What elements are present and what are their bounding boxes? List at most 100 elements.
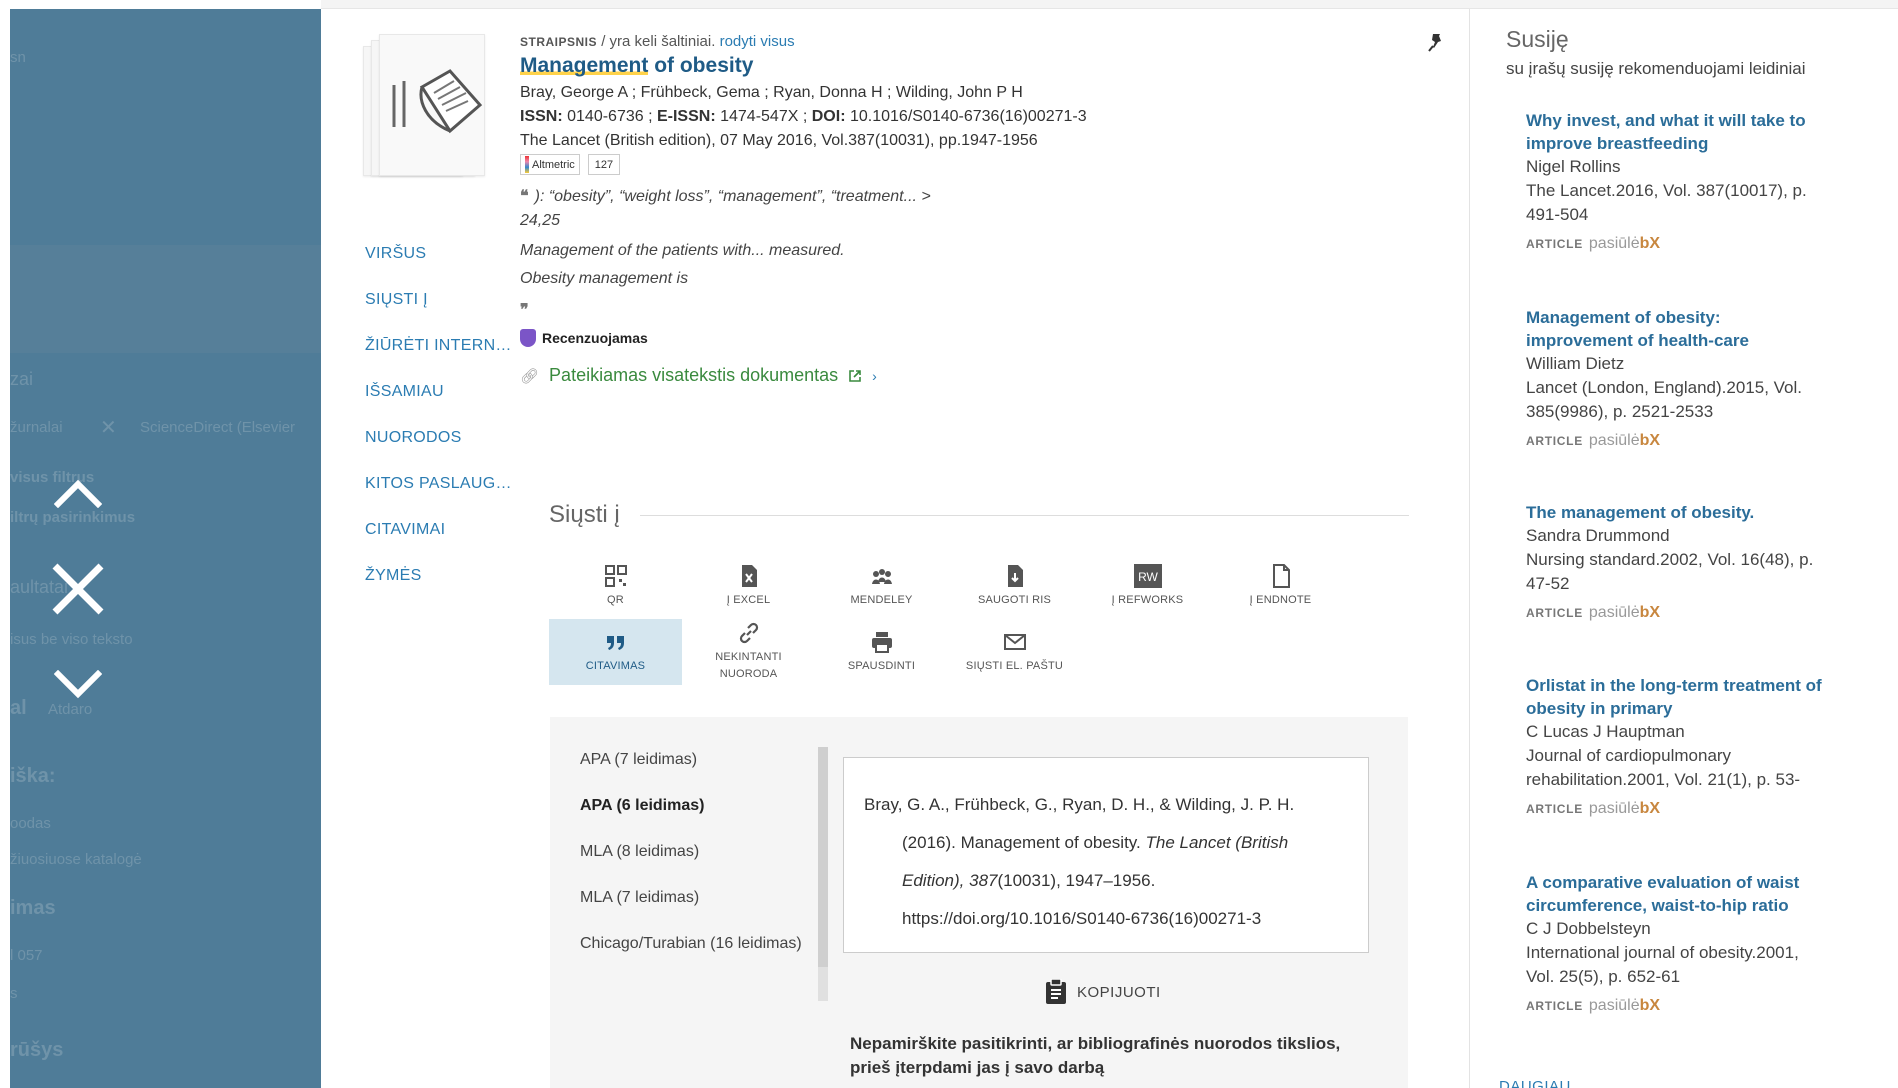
bx-logo-icon: bX — [1639, 432, 1661, 449]
related-item: Why invest, and what it will take to imp… — [1526, 109, 1826, 253]
article-type: ARTICLE — [1526, 999, 1583, 1013]
related-panel: Susiję su įrašų susiję rekomenduojami le… — [1506, 26, 1886, 79]
refworks-button[interactable]: RW Į REFWORKS — [1081, 553, 1214, 619]
article-icon — [392, 69, 483, 134]
print-icon — [871, 631, 892, 653]
style-list-scrollbar[interactable] — [818, 747, 828, 1001]
citation-warning: Nepamirškite pasitikrinti, ar bibliograf… — [850, 1034, 1341, 1077]
related-item-title[interactable]: Why invest, and what it will take to imp… — [1526, 109, 1826, 155]
related-item-title[interactable]: Management of obesity: improvement of he… — [1526, 306, 1826, 352]
record-title[interactable]: Management of obesity — [520, 54, 1420, 78]
chevron-down-icon — [54, 670, 102, 699]
previous-record-button[interactable] — [42, 457, 114, 529]
bx-recommender: pasiūlėbX — [1589, 604, 1660, 622]
next-record-button[interactable] — [42, 649, 114, 721]
ghost-text: iška: — [10, 765, 56, 787]
title-highlight: Management — [520, 54, 649, 77]
related-item-author: Sandra Drummond — [1526, 526, 1670, 545]
altmetric-label: Altmetric — [532, 158, 575, 171]
record-type: STRAIPSNIS — [520, 35, 598, 49]
citation-style-option[interactable]: APA (7 leidimas) — [580, 749, 810, 771]
nav-view-online[interactable]: ŽIŪRĖTI INTERNETE — [365, 326, 515, 372]
document-thumbnail — [357, 34, 485, 184]
citation-button[interactable]: CITAVIMAS — [549, 619, 682, 685]
nav-details[interactable]: IŠSAMIAU — [365, 372, 515, 418]
ghost-text: l 057 — [10, 947, 43, 964]
action-label: Į REFWORKS — [1111, 593, 1184, 606]
altmetric-badge[interactable]: Altmetric — [520, 154, 580, 175]
related-item-author: C Lucas J Hauptman — [1526, 722, 1685, 741]
nav-send-to[interactable]: SIŲSTI Į — [365, 280, 515, 326]
citation-panel: APA (7 leidimas) APA (6 leidimas) MLA (8… — [550, 717, 1408, 1088]
quote-icon — [606, 635, 624, 650]
nav-top[interactable]: VIRŠUS — [365, 234, 515, 280]
snippet-body: Obesity management is — [520, 270, 689, 287]
altmetric-count: 127 — [587, 154, 621, 175]
page-root: sn zai žurnalai ✕ ScienceDirect (Elsevie… — [0, 0, 1898, 1088]
external-link-icon — [849, 369, 861, 382]
print-button[interactable]: SPAUSDINTI — [815, 619, 948, 685]
record-authors: Bray, George A ; Frühbeck, Gema ; Ryan, … — [520, 84, 1023, 101]
ris-file-icon — [1007, 564, 1023, 587]
ghost-chip: žurnalai — [10, 419, 63, 436]
close-record-button[interactable] — [42, 553, 114, 625]
article-type: ARTICLE — [1526, 237, 1583, 251]
nav-links[interactable]: NUORODOS — [365, 418, 515, 464]
ghost-text: isus be viso teksto — [10, 631, 133, 648]
related-item-source: Journal of cardiopulmonary rehabilitatio… — [1526, 746, 1801, 789]
doi-value: 10.1016/S0140-6736(16)00271-3 — [849, 108, 1087, 125]
email-icon — [1003, 633, 1026, 650]
related-item-title[interactable]: Orlistat in the long-term treatment of o… — [1526, 674, 1826, 720]
peer-reviewed-badge: Recenzuojamas — [520, 329, 1420, 347]
provider-text: pasiūlė — [1588, 235, 1640, 252]
record-type-line: STRAIPSNIS / yra keli šaltiniai. rodyti … — [520, 33, 1420, 50]
mendeley-button[interactable]: MENDELEY — [815, 553, 948, 619]
bx-logo-icon: bX — [1639, 997, 1661, 1014]
divider — [639, 514, 1409, 516]
copy-citation-button[interactable]: KOPIJUOTI — [1045, 979, 1161, 1005]
issn-label: ISSN: — [520, 108, 563, 125]
related-item: A comparative evaluation of waist circum… — [1526, 871, 1826, 1015]
quote-icon: ❝ — [520, 188, 529, 205]
save-ris-button[interactable]: SAUGOTI RIS — [948, 553, 1081, 619]
related-item-title[interactable]: The management of obesity. — [1526, 501, 1826, 524]
more-related-link[interactable]: DAUGIAU — [1499, 1078, 1571, 1088]
endnote-button[interactable]: Į ENDNOTE — [1214, 553, 1347, 619]
send-to-actions: QR Į EXCEL MENDELEY SAUGOTI RIS RW Į REF… — [549, 553, 1409, 685]
related-item: Orlistat in the long-term treatment of o… — [1526, 674, 1826, 818]
citation-style-option-selected[interactable]: APA (6 leidimas) — [580, 795, 810, 817]
action-label: Į EXCEL — [726, 593, 771, 606]
ghost-text: zai — [10, 369, 34, 389]
title-rest: of obesity — [654, 54, 754, 77]
citation-style-option[interactable]: MLA (8 leidimas) — [580, 841, 810, 863]
citation-style-option[interactable]: MLA (7 leidimas) — [580, 887, 810, 909]
bx-recommender: pasiūlėbX — [1589, 997, 1660, 1015]
action-label: Į ENDNOTE — [1249, 593, 1312, 606]
provider-text: pasiūlė — [1588, 800, 1640, 817]
scrollbar-thumb[interactable] — [818, 747, 828, 967]
excel-button[interactable]: Į EXCEL — [682, 553, 815, 619]
show-all-sources-link[interactable]: rodyti visus — [720, 33, 795, 50]
related-item-author: Nigel Rollins — [1526, 157, 1621, 176]
nav-tags[interactable]: ŽYMĖS — [365, 556, 515, 602]
thumbnail-page — [379, 34, 485, 176]
citation-style-list: APA (7 leidimas) APA (6 leidimas) MLA (8… — [580, 749, 810, 979]
citation-text-box[interactable]: Bray, G. A., Frühbeck, G., Ryan, D. H., … — [843, 757, 1369, 953]
pin-icon[interactable] — [1427, 33, 1445, 53]
permalink-button[interactable]: NEKINTANTI NUORODA — [682, 619, 815, 685]
citation-style-option[interactable]: Chicago/Turabian (16 leidimas) — [580, 933, 810, 955]
bx-logo-icon: bX — [1639, 604, 1661, 621]
refworks-icon: RW — [1133, 563, 1162, 588]
peer-reviewed-icon — [520, 329, 536, 347]
article-type: ARTICLE — [1526, 606, 1583, 620]
fulltext-link[interactable]: 🔗︎ Pateikiamas visatekstis dokumentas › — [520, 365, 1420, 386]
ghost-text: al — [10, 697, 27, 719]
nav-citations[interactable]: CITAVIMAI — [365, 510, 515, 556]
nav-other-services[interactable]: KITOS PASLAUGOS — [365, 464, 515, 510]
ghost-text: imas — [10, 897, 56, 919]
link-icon: 🔗︎ — [520, 367, 540, 385]
provider-text: pasiūlė — [1588, 604, 1640, 621]
qr-button[interactable]: QR — [549, 553, 682, 619]
email-button[interactable]: SIŲSTI EL. PAŠTU — [948, 619, 1081, 685]
related-item-title[interactable]: A comparative evaluation of waist circum… — [1526, 871, 1826, 917]
